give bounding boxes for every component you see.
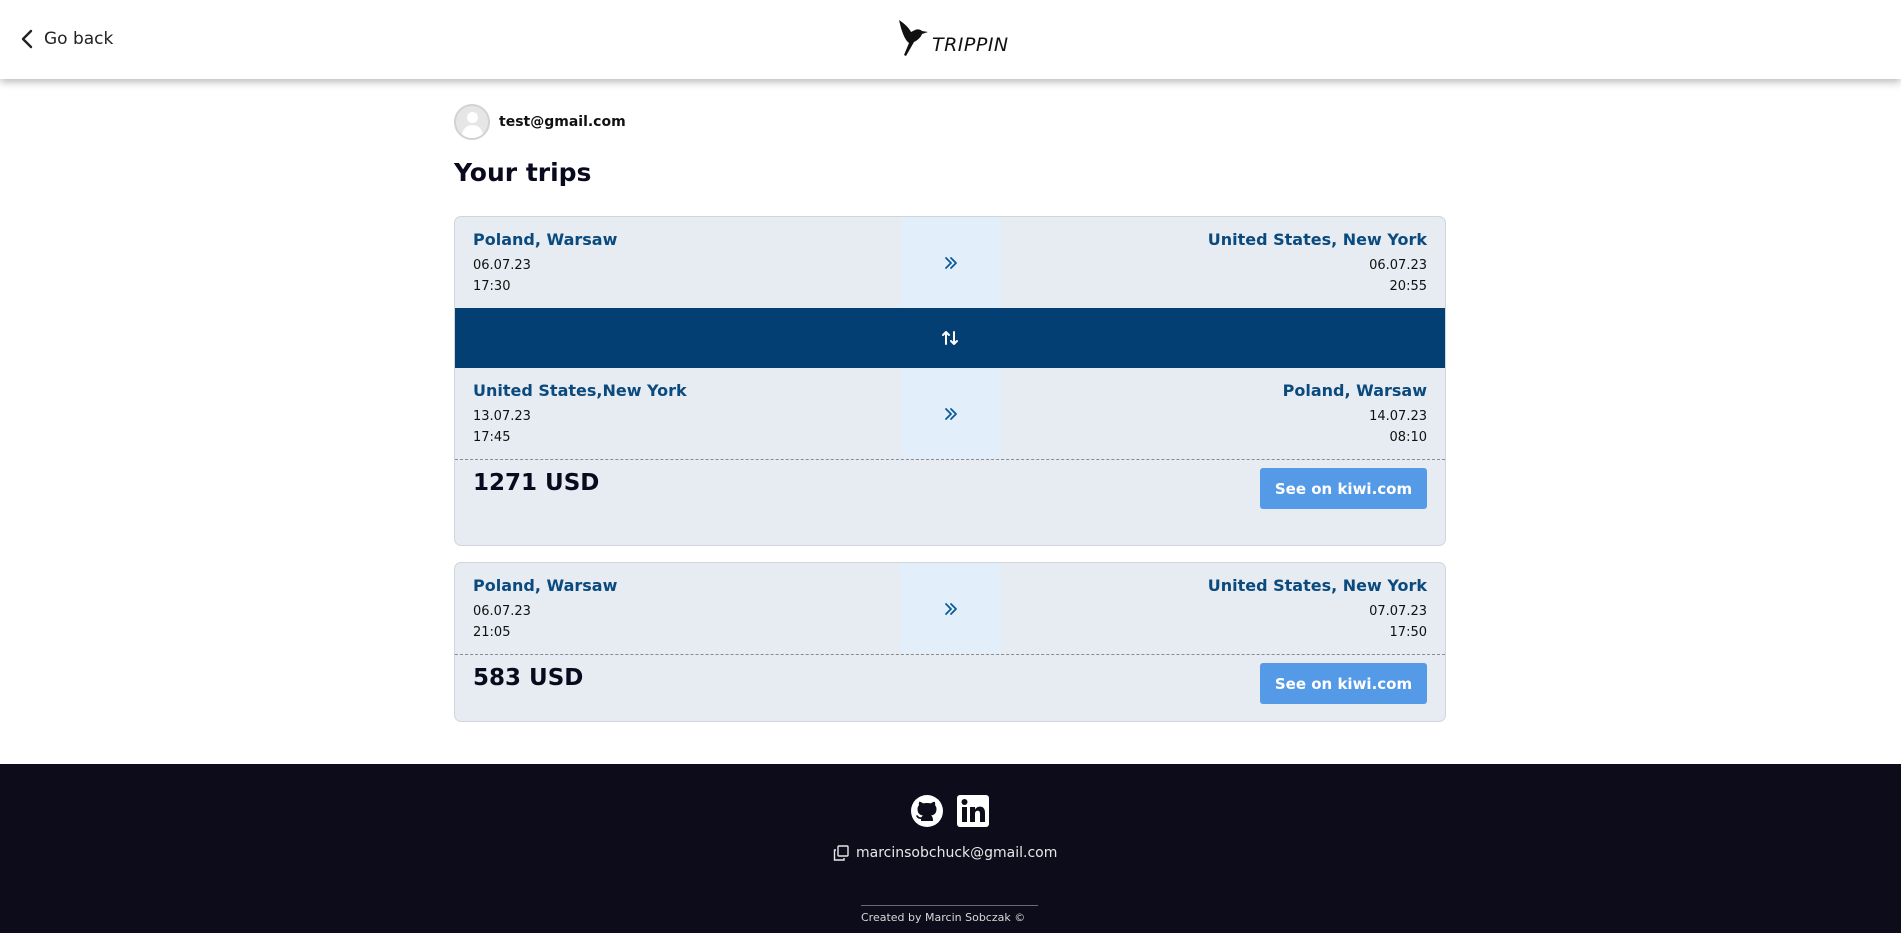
trip-price: 1271 USD [473, 470, 600, 496]
departure-city: Poland, Warsaw [473, 230, 618, 249]
departure-info: United States,New York 13.07.23 17:45 [473, 381, 687, 448]
arrival-city: Poland, Warsaw [1282, 381, 1427, 400]
departure-date: 13.07.23 [473, 409, 531, 424]
direction-indicator [901, 368, 1001, 459]
trip-card: Poland, Warsaw 06.07.23 21:05 United Sta… [454, 562, 1446, 722]
arrival-date: 07.07.23 [1369, 604, 1427, 619]
double-chevron-right-icon [945, 256, 957, 269]
chevron-left-icon [21, 29, 33, 49]
departure-time: 17:30 [473, 279, 511, 294]
see-on-kiwi-button[interactable]: See on kiwi.com [1260, 663, 1427, 704]
copy-icon [833, 845, 849, 861]
hummingbird-logo-icon [899, 20, 928, 56]
outbound-leg: Poland, Warsaw 06.07.23 17:30 United Sta… [455, 217, 1445, 308]
departure-time: 21:05 [473, 625, 511, 640]
divider [861, 905, 1038, 906]
page-title: Your trips [454, 158, 592, 187]
logo-text: TRIPPIN [932, 34, 1009, 56]
return-separator [455, 308, 1445, 368]
contact-email-text: marcinsobchuck@gmail.com [856, 845, 1058, 861]
price-row: 583 USD See on kiwi.com [455, 654, 1445, 721]
go-back-button[interactable]: Go back [20, 27, 113, 51]
double-chevron-right-icon [945, 602, 957, 615]
see-on-kiwi-button[interactable]: See on kiwi.com [1260, 468, 1427, 509]
arrival-time: 17:50 [1389, 625, 1427, 640]
double-chevron-right-icon [945, 407, 957, 420]
footer: marcinsobchuck@gmail.com Created by Marc… [0, 764, 1901, 933]
departure-city: United States,New York [473, 381, 687, 400]
arrival-info: United States, New York 06.07.23 20:55 [1208, 230, 1427, 297]
arrival-info: Poland, Warsaw 14.07.23 08:10 [1283, 381, 1427, 448]
go-back-label: Go back [44, 29, 114, 49]
departure-info: Poland, Warsaw 06.07.23 17:30 [473, 230, 617, 297]
swap-arrows-icon [942, 331, 958, 345]
outbound-leg: Poland, Warsaw 06.07.23 21:05 United Sta… [455, 563, 1445, 654]
return-leg: United States,New York 13.07.23 17:45 Po… [455, 368, 1445, 459]
user-email: test@gmail.com [499, 114, 626, 130]
direction-indicator [901, 217, 1001, 308]
credit-text: Created by Marcin Sobczak © [861, 911, 1026, 924]
trip-price: 583 USD [473, 665, 584, 691]
arrival-time: 08:10 [1389, 430, 1427, 445]
contact-email[interactable]: marcinsobchuck@gmail.com [832, 844, 1057, 862]
header: Go back TRIPPIN [0, 0, 1901, 79]
arrival-date: 06.07.23 [1369, 258, 1427, 273]
arrival-city: United States, New York [1207, 576, 1427, 595]
departure-date: 06.07.23 [473, 604, 531, 619]
trip-card: Poland, Warsaw 06.07.23 17:30 United Sta… [454, 216, 1446, 546]
direction-indicator [901, 563, 1001, 654]
departure-info: Poland, Warsaw 06.07.23 21:05 [473, 576, 617, 643]
social-links [910, 794, 990, 828]
arrival-time: 20:55 [1389, 279, 1427, 294]
github-icon[interactable] [910, 794, 944, 828]
arrival-info: United States, New York 07.07.23 17:50 [1208, 576, 1427, 643]
arrival-date: 14.07.23 [1369, 409, 1427, 424]
departure-date: 06.07.23 [473, 258, 531, 273]
arrival-city: United States, New York [1207, 230, 1427, 249]
avatar [454, 104, 490, 140]
departure-time: 17:45 [473, 430, 511, 445]
linkedin-icon[interactable] [956, 794, 990, 828]
user-info: test@gmail.com [454, 104, 626, 140]
price-row: 1271 USD See on kiwi.com [455, 459, 1445, 543]
departure-city: Poland, Warsaw [473, 576, 618, 595]
trippin-logo[interactable]: TRIPPIN [897, 18, 1009, 58]
